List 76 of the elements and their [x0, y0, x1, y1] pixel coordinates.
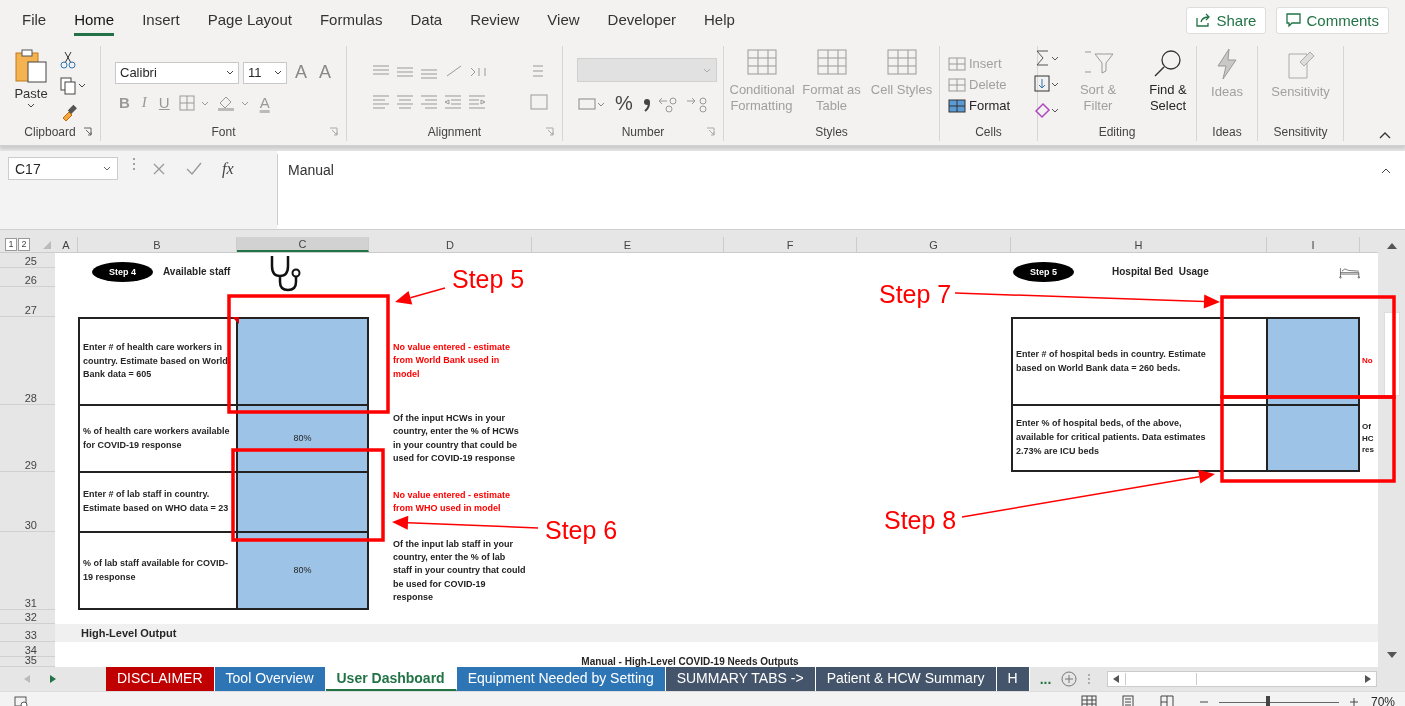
ribbon-tab[interactable]: Page Layout	[207, 4, 292, 36]
outline-level-button[interactable]: 1	[5, 238, 17, 251]
ribbon-tab[interactable]: Insert	[142, 4, 180, 36]
row-number[interactable]: 29	[0, 405, 55, 472]
row-number[interactable]: 27	[0, 287, 55, 317]
sheet-tab[interactable]: Patient & HCW Summary	[815, 667, 997, 691]
column-header[interactable]: C	[237, 237, 369, 252]
group-label: Ideas	[1212, 125, 1242, 139]
group-label: Editing	[1098, 125, 1136, 139]
annotation-label: Step 6	[545, 515, 618, 545]
ribbon-button[interactable]: Format	[948, 96, 1011, 115]
section-title: Hospital Bed Usage	[1112, 266, 1209, 277]
column-header[interactable]: G	[857, 237, 1011, 252]
group-label: Font	[211, 125, 236, 139]
column-header[interactable]: F	[724, 237, 857, 252]
group-label: Cells	[975, 125, 1002, 139]
step-badge: Step 4	[92, 262, 153, 282]
note-text: Of the input lab staff in your country, enter the % of lab staff in your country that could be used for COVID-19 response	[393, 538, 526, 604]
group-label: Sensitivity	[1273, 125, 1328, 139]
sheet-tab[interactable]: H	[996, 667, 1030, 691]
outline-level-button[interactable]: 2	[18, 238, 30, 251]
sheet-tab[interactable]: Equipment Needed by Setting	[456, 667, 666, 691]
row-number[interactable]: 34	[0, 642, 55, 657]
sheet-tab[interactable]: User Dashboard	[325, 667, 457, 691]
column-header[interactable]: D	[369, 237, 532, 252]
column-header[interactable]: I	[1267, 237, 1360, 252]
ribbon-tab[interactable]: Developer	[607, 4, 676, 36]
font-name-field[interactable]: Calibri	[115, 61, 239, 84]
row-number[interactable]: 26	[0, 268, 55, 287]
annotation-label: Step 5	[452, 264, 525, 294]
section-title: Available staff	[163, 266, 231, 277]
group-label: Clipboard	[24, 125, 76, 139]
step-badge: Step 5	[1013, 262, 1074, 282]
ribbon-tab[interactable]: Data	[410, 4, 443, 36]
row-number[interactable]: 31	[0, 532, 55, 610]
sheet-tab[interactable]: DISCLAIMER	[106, 667, 215, 691]
formula-field[interactable]: Manual	[277, 154, 1397, 225]
sheet-tab[interactable]: SUMMARY TABS ->	[665, 667, 816, 691]
annotation-label: Step 8	[884, 505, 957, 535]
row-number[interactable]: 32	[0, 610, 55, 624]
column-header[interactable]: A	[55, 237, 78, 252]
row-number[interactable]: 35	[0, 657, 55, 667]
row-number[interactable]: 28	[0, 317, 55, 405]
comments-button[interactable]: Comments	[1276, 6, 1389, 34]
group-label: Alignment	[427, 125, 482, 139]
sheet-tab[interactable]: Tool Overview	[214, 667, 326, 691]
section-heading: High-Level Output	[80, 626, 178, 641]
row-number[interactable]: 25	[0, 253, 55, 268]
note-text: Of the input HCWs in your country, enter the % of HCWs in your country that could be used for COVID-19 response	[393, 412, 520, 465]
group-label: Number	[621, 125, 665, 139]
font-size-field[interactable]: 11	[243, 61, 287, 84]
insert-function-button[interactable]: fx	[222, 159, 234, 178]
ribbon-tab[interactable]: File	[22, 4, 47, 36]
column-header[interactable]: E	[532, 237, 724, 252]
more-sheets-button[interactable]: ...	[1039, 671, 1052, 687]
zoom-level[interactable]: 70%	[1370, 695, 1395, 706]
share-button[interactable]: Share	[1186, 6, 1267, 34]
note-text: No	[1362, 355, 1374, 367]
group-label: Styles	[815, 125, 848, 139]
annotation-label: Step 7	[879, 279, 952, 309]
ribbon-tab[interactable]: Review	[470, 4, 520, 36]
note-text: Of HC res	[1362, 421, 1375, 456]
row-number[interactable]: 30	[0, 472, 55, 532]
column-header[interactable]: H	[1011, 237, 1267, 252]
ribbon-tab[interactable]: View	[547, 4, 580, 36]
note-text: No value entered - estimate from WHO used in model	[393, 488, 512, 515]
input-cell[interactable]: 80%	[237, 532, 369, 610]
name-box[interactable]: C17	[8, 157, 118, 180]
percent-button[interactable]: %	[611, 92, 637, 115]
paste-button[interactable]: Paste	[14, 48, 48, 108]
ribbon-tab[interactable]: Formulas	[319, 4, 383, 36]
outputs-heading: Manual - High-Level COVID-19 Needs Outputs	[580, 657, 800, 667]
ribbon-tab[interactable]: Help	[703, 4, 735, 36]
ribbon-tab[interactable]: Home	[74, 4, 115, 36]
row-number[interactable]: 33	[0, 624, 55, 642]
note-text: No value entered - estimate from World Bank used in model	[393, 341, 512, 381]
